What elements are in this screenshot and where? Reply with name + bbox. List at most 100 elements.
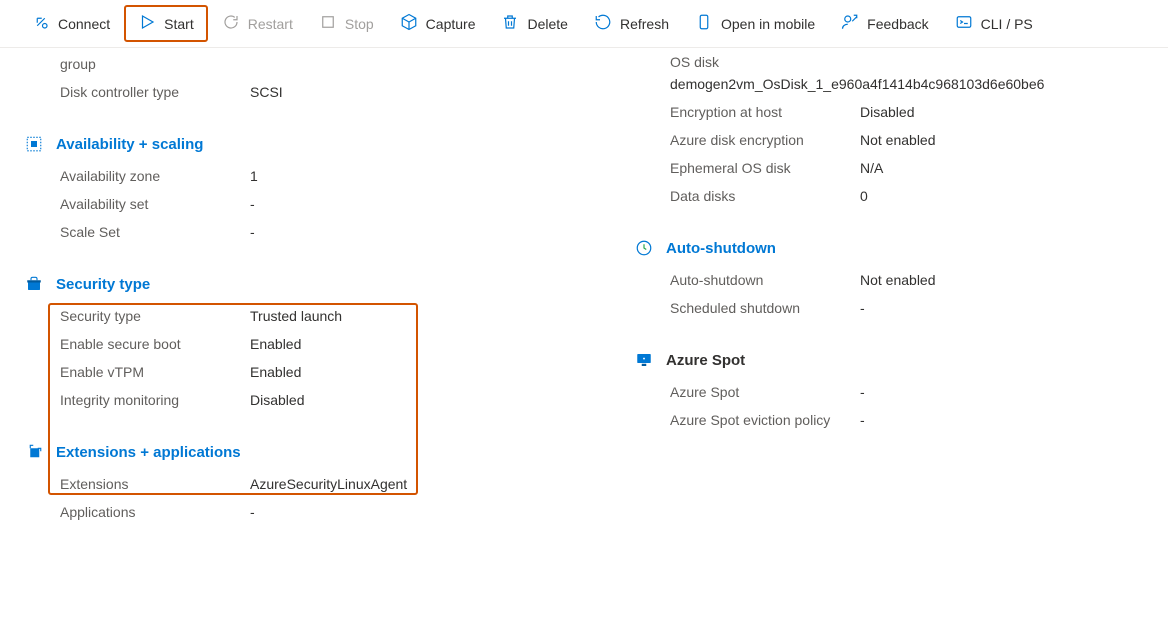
section-extensions-applications[interactable]: Extensions + applications (60, 442, 620, 462)
cli-icon (955, 13, 973, 34)
section-auto-shutdown[interactable]: Auto-shutdown (670, 238, 1168, 258)
property-row: Encryption at hostDisabled (670, 98, 1168, 126)
property-row: demogen2vm_OsDisk_1_e960a4f1414b4c968103… (670, 76, 1168, 98)
property-row: Applications- (60, 498, 620, 526)
prop-label-ephemeral-os-disk: Ephemeral OS disk (670, 160, 860, 176)
prop-value-vtpm: Enabled (250, 364, 620, 380)
prop-value-azure-disk-encryption: Not enabled (860, 132, 1168, 148)
property-row: Security typeTrusted launch (60, 302, 620, 330)
property-row: Scheduled shutdown- (670, 294, 1168, 322)
prop-value-applications: - (250, 504, 620, 520)
property-row: Data disks0 (670, 182, 1168, 210)
start-button[interactable]: Start (124, 5, 208, 42)
prop-value-azure-spot: - (860, 384, 1168, 400)
delete-label: Delete (527, 16, 567, 32)
connect-label: Connect (58, 16, 110, 32)
trash-icon (501, 13, 519, 34)
section-auto-shutdown-label: Auto-shutdown (666, 240, 776, 257)
property-row: Availability zone1 (60, 162, 620, 190)
prop-label-os-disk: OS disk (670, 54, 860, 70)
prop-value-scheduled-shutdown: - (860, 300, 1168, 316)
prop-value-auto-shutdown: Not enabled (860, 272, 1168, 288)
monitor-icon (634, 350, 654, 370)
prop-label-availability-set: Availability set (60, 196, 250, 212)
prop-label-auto-shutdown: Auto-shutdown (670, 272, 860, 288)
prop-label-data-disks: Data disks (670, 188, 860, 204)
prop-value-disk-controller-type: SCSI (250, 84, 620, 100)
cli-label: CLI / PS (981, 16, 1033, 32)
vm-toolbar: Connect Start Restart Stop Capture Delet… (0, 0, 1168, 48)
feedback-label: Feedback (867, 16, 928, 32)
prop-label-applications: Applications (60, 504, 250, 520)
property-row: Integrity monitoringDisabled (60, 386, 620, 414)
prop-value-encryption-at-host: Disabled (860, 104, 1168, 120)
left-column: group Disk controller type SCSI Availabi… (60, 48, 620, 526)
prop-label-encryption-at-host: Encryption at host (670, 104, 860, 120)
delete-button[interactable]: Delete (489, 7, 579, 40)
prop-label-scheduled-shutdown: Scheduled shutdown (670, 300, 860, 316)
section-extensions-label: Extensions + applications (56, 444, 241, 461)
clock-icon (634, 238, 654, 258)
restart-icon (222, 13, 240, 34)
prop-value-data-disks: 0 (860, 188, 1168, 204)
prop-value-secure-boot: Enabled (250, 336, 620, 352)
property-row: Disk controller type SCSI (60, 78, 620, 106)
prop-value-security-type: Trusted launch (250, 308, 620, 324)
right-column: OS disk demogen2vm_OsDisk_1_e960a4f1414b… (670, 48, 1168, 434)
capture-icon (400, 13, 418, 34)
capture-button[interactable]: Capture (388, 7, 488, 40)
section-availability-scaling[interactable]: Availability + scaling (60, 134, 620, 154)
property-row: Azure Spot- (670, 378, 1168, 406)
prop-label-security-type: Security type (60, 308, 250, 324)
prop-label-vtpm: Enable vTPM (60, 364, 250, 380)
property-row: Auto-shutdownNot enabled (670, 266, 1168, 294)
security-icon (24, 274, 44, 294)
start-label: Start (164, 16, 194, 32)
prop-label-azure-disk-encryption: Azure disk encryption (670, 132, 860, 148)
restart-button: Restart (210, 7, 305, 40)
refresh-button[interactable]: Refresh (582, 7, 681, 40)
cli-button[interactable]: CLI / PS (943, 7, 1045, 40)
content-area: group Disk controller type SCSI Availabi… (0, 48, 1168, 640)
refresh-icon (594, 13, 612, 34)
property-row: Azure Spot eviction policy- (670, 406, 1168, 434)
feedback-icon (841, 13, 859, 34)
open-mobile-button[interactable]: Open in mobile (683, 7, 827, 40)
connect-icon (32, 13, 50, 34)
prop-value-availability-zone: 1 (250, 168, 620, 184)
prop-label-secure-boot: Enable secure boot (60, 336, 250, 352)
section-availability-label: Availability + scaling (56, 136, 203, 153)
connect-button[interactable]: Connect (20, 7, 122, 40)
prop-value-integrity-monitoring: Disabled (250, 392, 620, 408)
prop-label-group: group (60, 56, 250, 72)
prop-label-integrity-monitoring: Integrity monitoring (60, 392, 250, 408)
property-row: group (60, 48, 620, 78)
section-azure-spot-label: Azure Spot (666, 352, 745, 369)
section-azure-spot[interactable]: Azure Spot (670, 350, 1168, 370)
stop-icon (319, 13, 337, 34)
prop-label-disk-controller-type: Disk controller type (60, 84, 250, 100)
section-security-type[interactable]: Security type (60, 274, 620, 294)
prop-value-os-disk-name: demogen2vm_OsDisk_1_e960a4f1414b4c968103… (670, 76, 1168, 92)
play-icon (138, 13, 156, 34)
open-mobile-label: Open in mobile (721, 16, 815, 32)
prop-value-extensions: AzureSecurityLinuxAgent (250, 476, 620, 492)
prop-value-availability-set: - (250, 196, 620, 212)
availability-icon (24, 134, 44, 154)
property-row: Ephemeral OS diskN/A (670, 154, 1168, 182)
prop-label-extensions: Extensions (60, 476, 250, 492)
property-row: Scale Set- (60, 218, 620, 246)
prop-label-scale-set: Scale Set (60, 224, 250, 240)
property-row: Enable secure bootEnabled (60, 330, 620, 358)
feedback-button[interactable]: Feedback (829, 7, 940, 40)
restart-label: Restart (248, 16, 293, 32)
stop-button: Stop (307, 7, 386, 40)
prop-label-azure-spot: Azure Spot (670, 384, 860, 400)
refresh-label: Refresh (620, 16, 669, 32)
prop-value-spot-eviction-policy: - (860, 412, 1168, 428)
property-row: OS disk (670, 48, 1168, 76)
capture-label: Capture (426, 16, 476, 32)
property-row: Enable vTPMEnabled (60, 358, 620, 386)
prop-value-scale-set: - (250, 224, 620, 240)
prop-label-spot-eviction-policy: Azure Spot eviction policy (670, 412, 860, 428)
